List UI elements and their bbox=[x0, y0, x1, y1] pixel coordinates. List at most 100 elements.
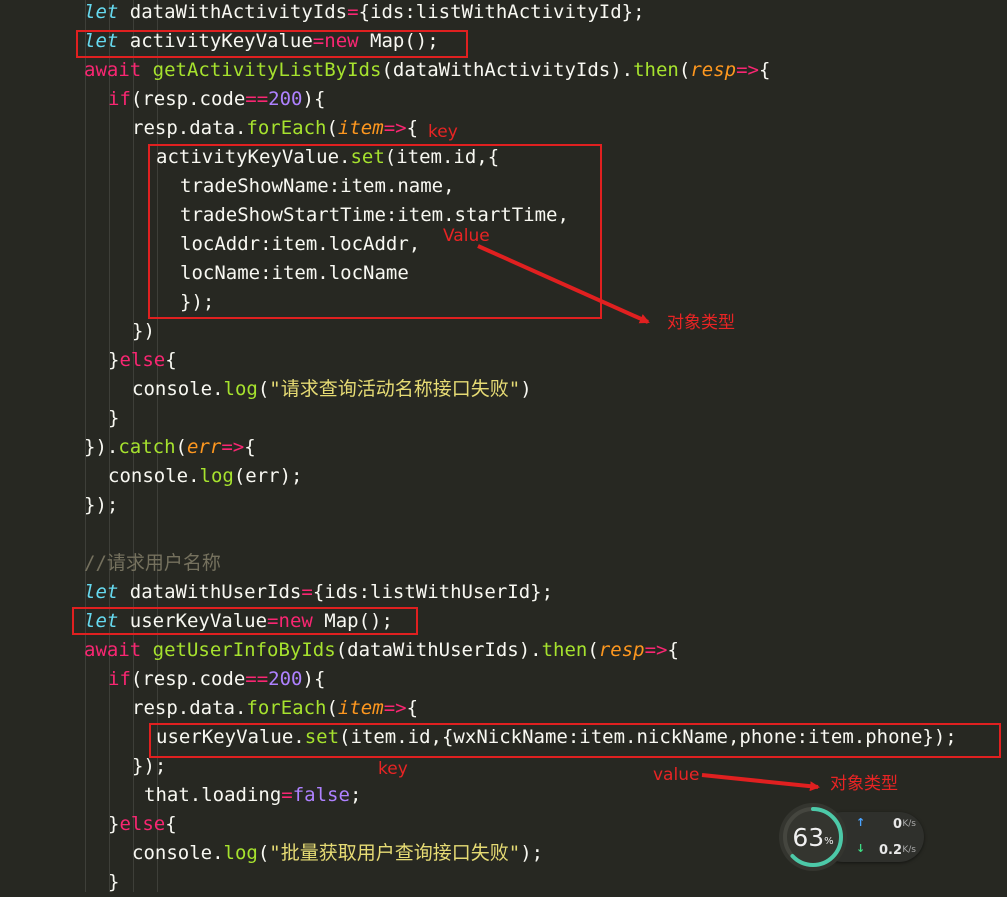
code-token: (err); bbox=[233, 465, 303, 487]
code-token: { bbox=[165, 813, 177, 835]
code-line[interactable]: resp.data.forEach(item=>{ bbox=[132, 114, 418, 143]
code-token: getUserInfoByIds bbox=[152, 639, 336, 661]
annotation-type-bottom: 对象类型 bbox=[830, 774, 898, 794]
code-token: = bbox=[301, 581, 313, 603]
code-token: log bbox=[223, 378, 258, 400]
code-line[interactable]: if(resp.code==200){ bbox=[108, 665, 325, 694]
code-token: getActivityListByIds bbox=[152, 59, 382, 81]
code-token: (dataWithActivityIds). bbox=[381, 59, 634, 81]
code-token: then bbox=[541, 639, 588, 661]
code-token: => bbox=[736, 59, 759, 81]
code-token: (dataWithUserIds). bbox=[335, 639, 542, 661]
code-token: forEach bbox=[246, 697, 327, 719]
code-line[interactable]: }else{ bbox=[108, 346, 177, 375]
code-token: item bbox=[337, 117, 384, 139]
code-token: dataWithUserIds bbox=[118, 581, 302, 603]
code-token: that.loading bbox=[144, 784, 282, 806]
annotation-key-top: key bbox=[428, 122, 458, 142]
usage-percent: 63% bbox=[778, 802, 848, 872]
code-line[interactable]: //请求用户名称 bbox=[84, 549, 221, 578]
code-token: let bbox=[84, 1, 119, 23]
code-token: ); bbox=[520, 842, 544, 864]
code-token: = bbox=[347, 1, 359, 23]
code-token: if bbox=[108, 668, 131, 690]
usage-percent-unit: % bbox=[824, 835, 834, 847]
code-line[interactable]: }) bbox=[132, 317, 155, 346]
code-token: else bbox=[119, 813, 166, 835]
code-line[interactable]: if(resp.code==200){ bbox=[108, 85, 325, 114]
code-token: { bbox=[406, 697, 419, 719]
code-token: ( bbox=[678, 59, 691, 81]
upload-arrow-icon: ↑ bbox=[856, 816, 866, 829]
annotation-type-top: 对象类型 bbox=[667, 313, 735, 333]
code-token: => bbox=[383, 697, 407, 719]
annotation-box-user-set bbox=[149, 723, 1001, 758]
code-token: => bbox=[221, 436, 245, 458]
code-token: console. bbox=[108, 465, 200, 487]
code-line[interactable]: resp.data.forEach(item=>{ bbox=[132, 694, 418, 723]
code-line[interactable]: }else{ bbox=[108, 810, 177, 839]
code-line[interactable]: console.log("批量获取用户查询接口失败"); bbox=[132, 839, 543, 868]
annotation-box-user-map bbox=[72, 607, 418, 635]
annotation-box-activity-map bbox=[76, 30, 468, 58]
code-line[interactable]: } bbox=[108, 868, 119, 897]
code-token: then bbox=[633, 59, 679, 81]
code-token: false bbox=[292, 784, 350, 806]
code-token: (resp.code bbox=[130, 668, 246, 690]
code-token: ){ bbox=[302, 668, 326, 690]
code-token: {ids:listWithActivityId}; bbox=[358, 1, 645, 23]
code-token: resp bbox=[598, 639, 645, 661]
code-token: let bbox=[84, 581, 119, 603]
code-token: ( bbox=[257, 842, 270, 864]
code-token: dataWithActivityIds bbox=[118, 1, 348, 23]
code-token: //请求用户名称 bbox=[84, 552, 221, 574]
code-token: ( bbox=[326, 117, 338, 139]
code-token: { bbox=[667, 639, 679, 661]
code-token: } bbox=[108, 813, 120, 835]
code-token: err bbox=[186, 436, 222, 458]
code-line[interactable]: console.log(err); bbox=[108, 462, 302, 491]
code-token: resp.data. bbox=[132, 697, 247, 719]
code-token: (resp.code bbox=[130, 88, 246, 110]
code-token: { bbox=[165, 349, 177, 371]
code-line[interactable]: let dataWithUserIds={ids:listWithUserId}… bbox=[84, 578, 553, 607]
code-token: == bbox=[245, 668, 269, 690]
code-token: catch bbox=[118, 436, 176, 458]
code-token: item bbox=[337, 697, 384, 719]
code-line[interactable]: that.loading=false; bbox=[144, 781, 361, 810]
code-token: else bbox=[119, 349, 166, 371]
upload-row: ↑ 0 K/s bbox=[852, 816, 924, 836]
code-token: } bbox=[108, 349, 120, 371]
code-editor[interactable]: let dataWithActivityIds={ids:listWithAct… bbox=[0, 0, 1007, 893]
code-line[interactable]: await getActivityListByIds(dataWithActiv… bbox=[84, 56, 770, 85]
network-speed-widget[interactable]: 63% ↑ 0 K/s ↓ 0.2 K/s bbox=[778, 802, 928, 872]
code-token: console. bbox=[132, 378, 224, 400]
code-token: await bbox=[84, 639, 142, 661]
code-token: => bbox=[383, 117, 407, 139]
code-line[interactable]: } bbox=[108, 404, 119, 433]
code-line[interactable]: console.log("请求查询活动名称接口失败") bbox=[132, 375, 532, 404]
code-token: forEach bbox=[246, 117, 327, 139]
download-arrow-icon: ↓ bbox=[856, 842, 866, 855]
code-token: ){ bbox=[302, 88, 326, 110]
code-token: }); bbox=[132, 755, 167, 777]
download-row: ↓ 0.2 K/s bbox=[852, 842, 924, 862]
annotation-value-bottom: value bbox=[653, 765, 700, 785]
code-token: log bbox=[223, 842, 258, 864]
code-token: 200 bbox=[268, 668, 303, 690]
code-token: if bbox=[108, 88, 131, 110]
code-line[interactable]: }); bbox=[84, 491, 118, 520]
code-line[interactable]: let dataWithActivityIds={ids:listWithAct… bbox=[84, 0, 645, 27]
annotation-box-activity-set bbox=[148, 144, 602, 319]
code-token: resp bbox=[690, 59, 737, 81]
code-token: = bbox=[281, 784, 293, 806]
code-token: == bbox=[245, 88, 269, 110]
code-line[interactable]: }).catch(err=>{ bbox=[84, 433, 256, 462]
code-token: "批量获取用户查询接口失败" bbox=[269, 842, 521, 864]
code-line[interactable]: await getUserInfoByIds(dataWithUserIds).… bbox=[84, 636, 679, 665]
code-token: }); bbox=[84, 494, 119, 516]
download-speed-value: 0.2 bbox=[878, 843, 902, 858]
code-token: } bbox=[108, 407, 120, 429]
